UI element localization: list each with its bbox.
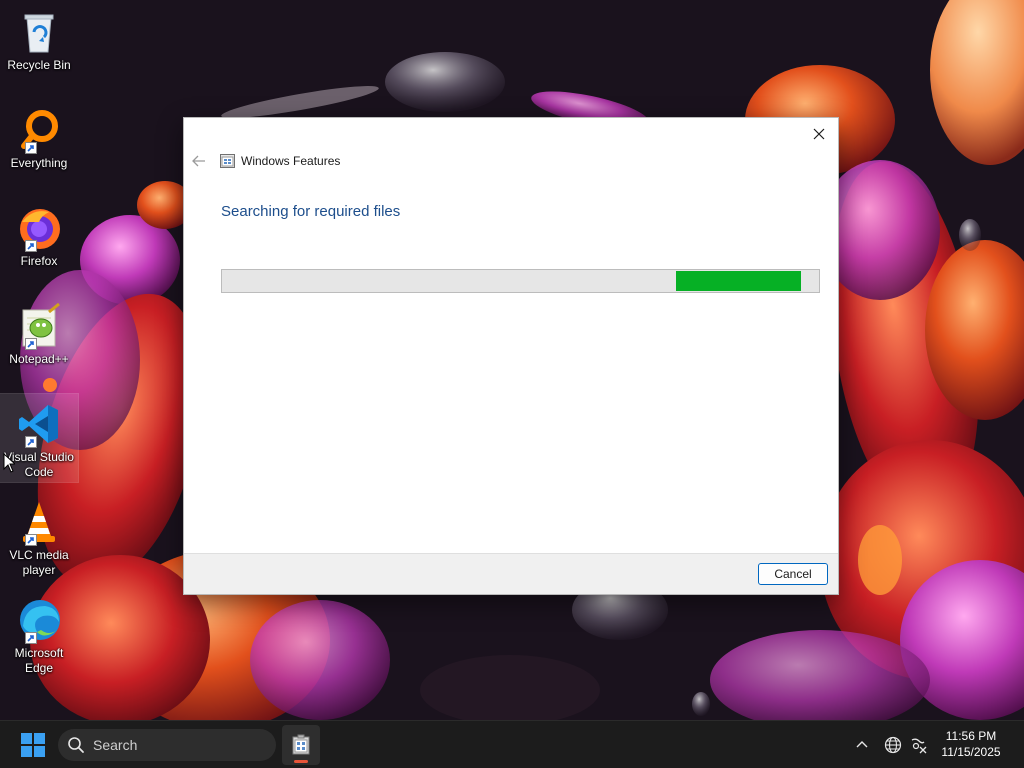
desktop-icon-notepad-plus-plus[interactable]: Notepad++ [0, 296, 78, 382]
dialog-heading: Searching for required files [221, 203, 401, 220]
clock-date: 11/15/2025 [941, 745, 1001, 759]
firefox-icon [15, 204, 63, 252]
desktop-icon-firefox[interactable]: Firefox [0, 198, 78, 284]
vlc-icon [15, 498, 63, 546]
shortcut-arrow-icon [25, 338, 37, 350]
desktop-icon-vlc[interactable]: VLC media player [0, 492, 78, 578]
start-button[interactable] [16, 732, 50, 758]
shortcut-arrow-icon [25, 534, 37, 546]
shortcut-arrow-icon [25, 142, 37, 154]
shortcut-arrow-icon [25, 436, 37, 448]
notepad-plus-plus-icon [15, 302, 63, 350]
taskbar-clock[interactable]: 11:56 PM 11/15/2025 [936, 728, 1006, 760]
desktop-icon-recycle-bin[interactable]: Recycle Bin [0, 2, 78, 88]
search-placeholder: Search [93, 737, 138, 753]
windows-logo-icon [21, 733, 45, 757]
everything-search-icon [15, 106, 63, 154]
dialog-footer: Cancel [184, 553, 838, 594]
vscode-icon [15, 400, 63, 448]
dialog-title: Windows Features [241, 154, 341, 168]
clock-time: 11:56 PM [945, 729, 997, 743]
windows-features-icon [220, 154, 235, 168]
network-icon [911, 738, 927, 754]
desktop-icon-label: Firefox [20, 254, 58, 268]
mouse-pointer-icon [3, 452, 17, 478]
desktop-icon-label: Notepad++ [9, 352, 69, 366]
taskbar: Search 11:56 PM 11/15/2025 [0, 720, 1024, 768]
desktop-icon-label: VLC media player [9, 548, 69, 577]
taskbar-search[interactable]: Search [58, 729, 276, 761]
desktop-icon-label: Microsoft Edge [14, 646, 64, 675]
globe-icon [884, 736, 902, 754]
close-button[interactable] [804, 122, 834, 146]
progress-bar-fill [676, 271, 801, 291]
recycle-bin-icon [15, 8, 63, 56]
windows-features-dialog: Windows Features Searching for required … [183, 117, 839, 595]
show-hidden-icons-button[interactable] [854, 737, 870, 753]
desktop-icon-label: Recycle Bin [7, 58, 71, 72]
dialog-title-row: Windows Features [220, 154, 340, 168]
progress-bar [221, 269, 820, 293]
chevron-up-icon [856, 741, 868, 748]
language-button[interactable] [884, 736, 902, 754]
back-arrow-icon [192, 155, 205, 167]
shortcut-arrow-icon [25, 632, 37, 644]
close-icon [813, 128, 825, 140]
back-button[interactable] [190, 152, 208, 170]
desktop-icon-everything[interactable]: Everything [0, 100, 78, 186]
search-icon [68, 737, 84, 753]
running-indicator [294, 760, 308, 763]
edge-icon [15, 596, 63, 644]
desktop-icon-label: Everything [10, 156, 68, 170]
taskbar-app-windows-features[interactable] [282, 725, 320, 765]
network-status-button[interactable] [910, 736, 928, 754]
windows-features-icon [292, 734, 310, 755]
desktop-icon-edge[interactable]: Microsoft Edge [0, 590, 78, 676]
shortcut-arrow-icon [25, 240, 37, 252]
cancel-button[interactable]: Cancel [758, 563, 828, 585]
